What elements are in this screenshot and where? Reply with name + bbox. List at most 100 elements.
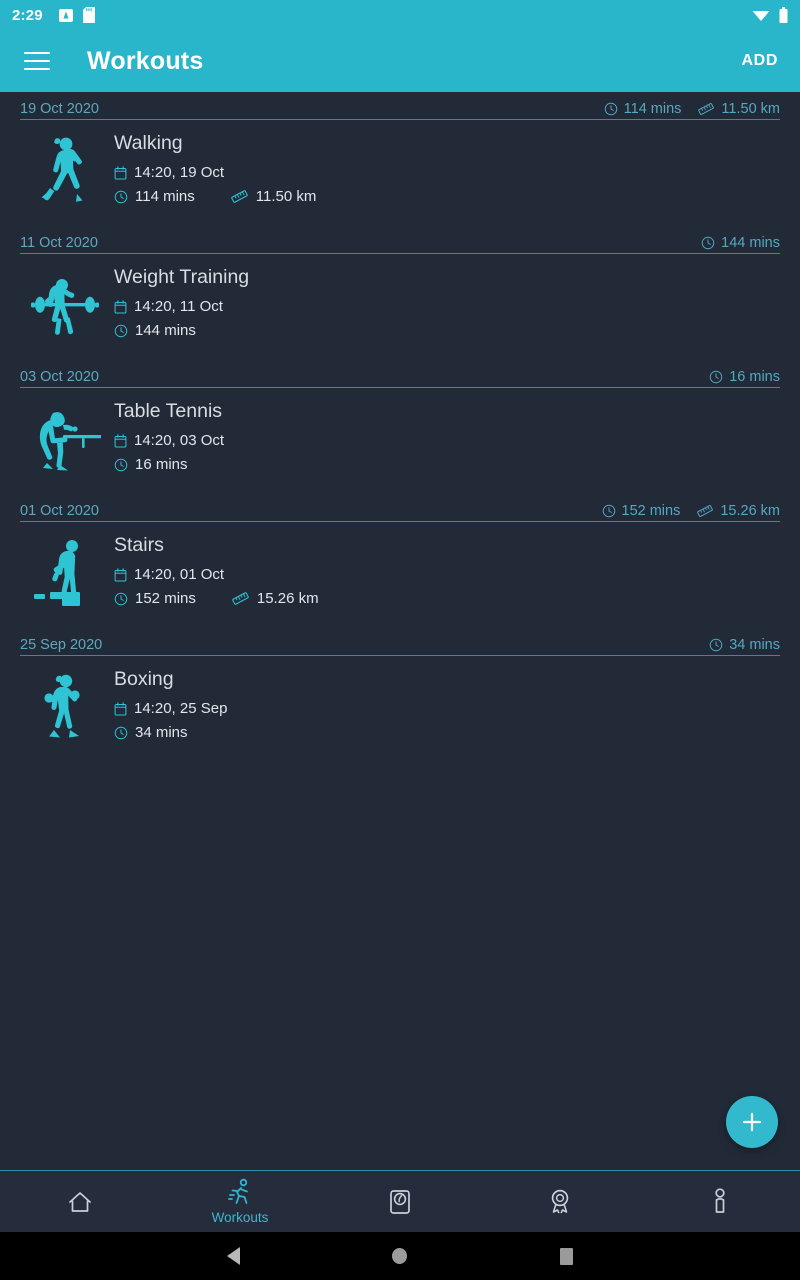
status-bar-left-icons [58,7,95,23]
workout-duration-text: 114 mins [135,188,195,205]
nav-item-workouts[interactable]: Workouts [160,1171,320,1232]
group-duration-text: 144 mins [721,235,780,251]
workout-list-item[interactable]: Table Tennis 14:20, 03 Oct 16 mins [0,388,800,494]
workout-group: 19 Oct 2020 114 mins 11.50 km Walking 14… [0,92,800,226]
workout-duration-text: 144 mins [135,322,196,339]
recents-square-icon [560,1247,574,1265]
workout-name: Weight Training [114,266,250,288]
clock-icon [701,236,715,250]
ruler-icon [231,190,248,203]
group-distance-text: 15.26 km [720,503,780,519]
workout-datetime-row: 14:20, 03 Oct [114,432,780,449]
workout-datetime-row: 14:20, 19 Oct [114,164,780,181]
group-distance-stat: 11.50 km [697,101,780,117]
wifi-icon [752,11,770,21]
status-bar-right-icons [752,7,788,23]
status-bar-time: 2:29 [12,6,43,24]
workout-duration: 34 mins [114,724,188,741]
workout-stats-row: 16 mins [114,456,780,473]
group-summary-stats: 114 mins 11.50 km [604,101,780,117]
group-header: 03 Oct 2020 16 mins [20,360,780,388]
group-summary-stats: 16 mins [709,369,780,385]
nav-item-workouts-label: Workouts [211,1210,269,1225]
group-summary-stats: 144 mins [701,235,780,251]
back-triangle-icon [226,1247,240,1265]
stairs-icon [20,532,108,616]
plus-icon [742,1112,762,1132]
workout-details: Table Tennis 14:20, 03 Oct 16 mins [108,398,780,480]
nav-item-home[interactable] [0,1171,160,1232]
calendar-icon [114,165,127,180]
workout-list-item[interactable]: Stairs 14:20, 01 Oct 152 mins 15.26 km [0,522,800,628]
workout-datetime-text: 14:20, 11 Oct [134,298,223,315]
app-screen: 2:29 Workouts ADD 19 Oct 2020 114 mins 1… [0,0,800,1280]
battery-icon [779,7,788,23]
home-circle-icon [392,1248,408,1264]
workout-duration-text: 34 mins [135,724,188,741]
workout-datetime: 14:20, 01 Oct [114,566,224,583]
group-date-label: 11 Oct 2020 [20,235,98,251]
workout-datetime: 14:20, 03 Oct [114,432,224,449]
nav-item-profile[interactable] [640,1171,800,1232]
workout-name: Stairs [114,534,164,556]
workout-datetime-row: 14:20, 25 Sep [114,700,780,717]
nav-item-weight[interactable] [320,1171,480,1232]
nav-item-awards[interactable] [480,1171,640,1232]
workout-list-item[interactable]: Weight Training 14:20, 11 Oct 144 mins [0,254,800,360]
group-duration-stat: 114 mins [604,101,682,117]
group-distance-stat: 15.26 km [696,503,780,519]
workout-stats-row: 152 mins 15.26 km [114,590,780,607]
workout-datetime: 14:20, 19 Oct [114,164,224,181]
calendar-icon [114,433,127,448]
workout-stats-row: 114 mins 11.50 km [114,188,780,205]
ruler-icon [698,103,715,115]
hamburger-menu-icon[interactable] [24,46,54,76]
group-duration-stat: 34 mins [709,637,780,653]
weight-scale-icon [390,1189,410,1214]
add-workout-button[interactable]: ADD [742,52,778,70]
workout-group: 25 Sep 2020 34 mins Boxing 14:20, 25 Sep… [0,628,800,762]
sd-card-icon [82,7,95,23]
group-duration-stat: 144 mins [701,235,780,251]
app-bar: Workouts ADD [0,30,800,92]
workout-datetime: 14:20, 11 Oct [114,298,223,315]
workout-distance: 15.26 km [231,590,319,607]
group-duration-text: 114 mins [623,101,682,117]
workout-group: 11 Oct 2020 144 mins Weight Training 14:… [0,226,800,360]
ruler-icon [232,592,249,605]
workout-list-item[interactable]: Boxing 14:20, 25 Sep 34 mins [0,656,800,762]
workout-datetime-text: 14:20, 19 Oct [134,164,225,181]
group-header: 11 Oct 2020 144 mins [20,226,780,254]
system-back-button[interactable] [218,1241,248,1271]
calendar-icon [114,299,127,314]
clock-icon [602,504,615,518]
workout-details: Walking 14:20, 19 Oct 114 mins 11.50 km [108,130,780,212]
workout-list[interactable]: 19 Oct 2020 114 mins 11.50 km Walking 14… [0,92,800,1170]
system-home-button[interactable] [385,1241,415,1271]
system-recents-button[interactable] [552,1241,582,1271]
clock-icon [709,370,723,384]
workout-datetime-text: 14:20, 01 Oct [134,566,225,583]
running-icon [228,1178,248,1204]
workout-name: Walking [114,132,183,154]
clock-icon [114,726,128,739]
group-summary-stats: 34 mins [709,637,780,653]
workout-duration: 144 mins [114,322,196,339]
group-header: 19 Oct 2020 114 mins 11.50 km [20,92,780,120]
group-distance-text: 11.50 km [721,101,780,117]
group-header: 25 Sep 2020 34 mins [20,628,780,656]
clock-icon [114,592,128,605]
walking-icon [20,130,108,214]
workout-list-item[interactable]: Walking 14:20, 19 Oct 114 mins 11.50 km [0,120,800,226]
clock-icon [709,638,723,652]
table-tennis-icon [20,398,108,482]
weight-training-icon [20,264,108,348]
system-navigation-bar [0,1232,800,1280]
workout-name: Table Tennis [114,400,223,422]
group-duration-stat: 16 mins [709,369,780,385]
workout-details: Weight Training 14:20, 11 Oct 144 mins [108,264,780,346]
app-notification-icon [58,8,73,22]
add-workout-fab[interactable] [726,1096,778,1148]
workout-stats-row: 144 mins [114,322,780,339]
workout-datetime-row: 14:20, 11 Oct [114,298,780,315]
